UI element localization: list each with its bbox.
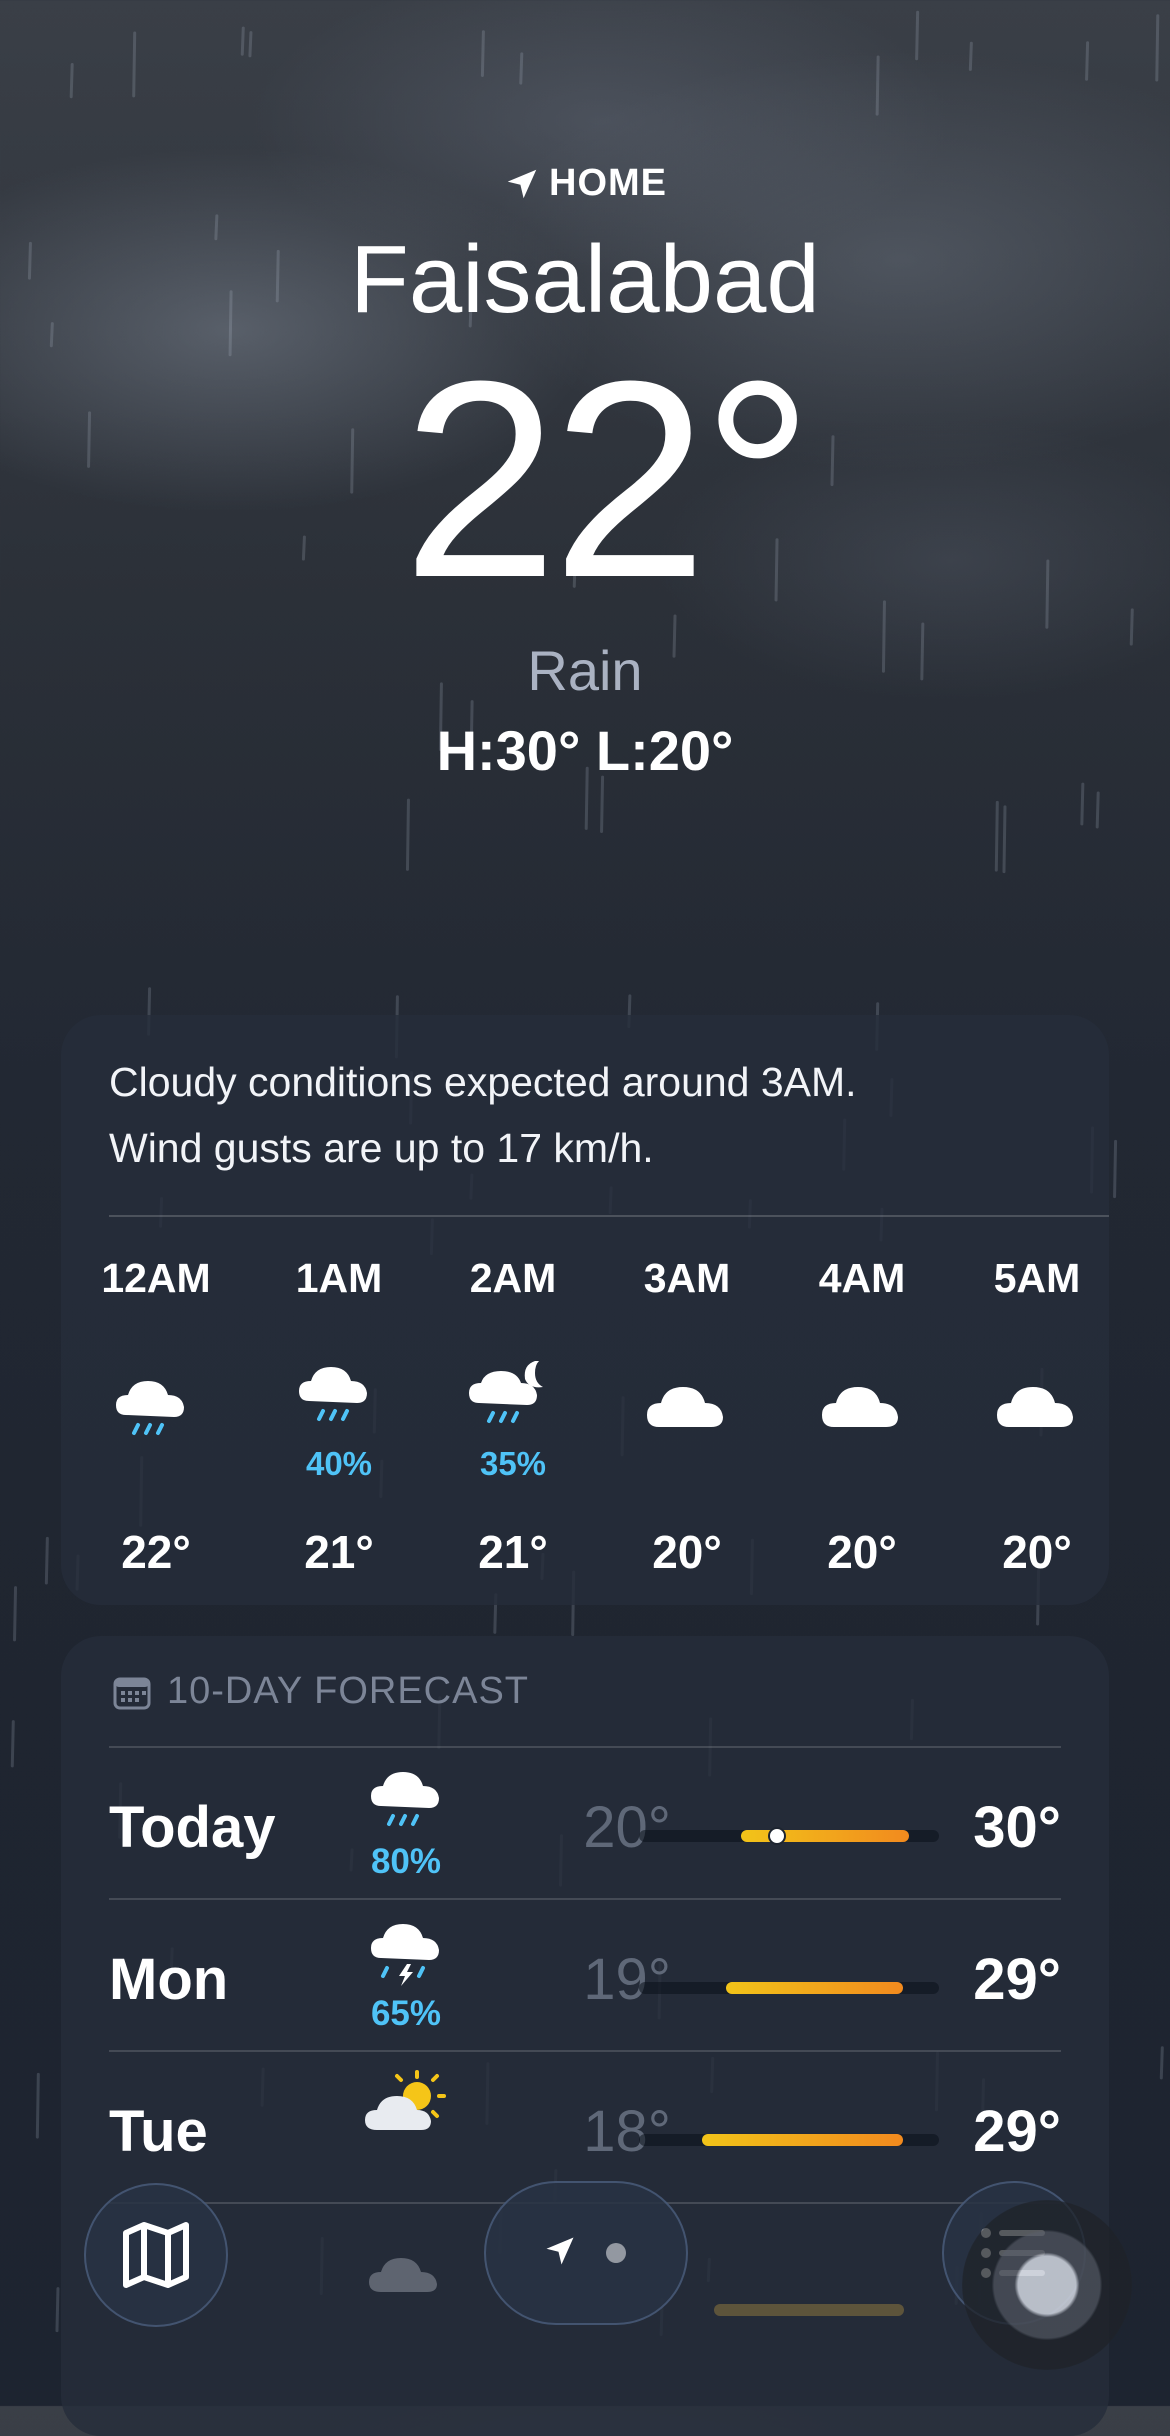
hour-temp: 21° xyxy=(304,1526,374,1578)
cloud-icon xyxy=(822,1387,898,1427)
hour-item[interactable]: 3AM 20° xyxy=(617,1255,757,1578)
rain-streak xyxy=(875,55,880,116)
cloud-icon xyxy=(369,2258,437,2292)
hour-time: 12AM xyxy=(101,1255,211,1301)
rain-streak xyxy=(1080,782,1085,826)
current-condition: Rain xyxy=(527,639,643,702)
temperature-range-bar xyxy=(639,1827,939,1845)
temperature-range-bar xyxy=(639,1982,939,1994)
temperature-range-fill xyxy=(714,2304,904,2316)
rain-streak xyxy=(44,1536,49,1585)
rain-streak xyxy=(1159,2046,1164,2080)
hour-item[interactable]: 4AM 20° xyxy=(792,1255,932,1578)
rain-streak xyxy=(1155,14,1160,82)
hour-temp: 20° xyxy=(1002,1526,1072,1578)
page-dot xyxy=(606,2243,626,2263)
sun-cloud-icon xyxy=(365,2070,446,2130)
hour-temp: 20° xyxy=(827,1526,897,1578)
hour-time: 1AM xyxy=(295,1255,383,1301)
hour-temp: 22° xyxy=(121,1526,191,1578)
hour-time: 2AM xyxy=(469,1255,557,1301)
day-name: Today xyxy=(109,1795,276,1860)
temperature-range-fill xyxy=(702,2134,903,2146)
rain-cloud-icon xyxy=(116,1381,184,1435)
rain-streak xyxy=(915,10,920,61)
divider xyxy=(109,1215,1109,1217)
rain-streak xyxy=(1085,41,1090,81)
temperature-range-fill xyxy=(741,1830,909,1842)
temperature-range-fill xyxy=(726,1982,903,1994)
rain-streak xyxy=(405,798,410,871)
precip-chance: 35% xyxy=(479,1445,547,1482)
precip-chance: 80% xyxy=(370,1842,442,1881)
rain-streak xyxy=(519,52,524,85)
rain-streak xyxy=(480,30,485,77)
map-button[interactable] xyxy=(84,2183,228,2327)
hour-item[interactable]: 5AM 20° xyxy=(967,1255,1107,1578)
summary-line-2: Wind gusts are up to 17 km/h. xyxy=(109,1125,654,1171)
thunderstorm-icon xyxy=(371,1924,439,1986)
rain-cloud-icon xyxy=(299,1367,367,1421)
low-temp: 18° xyxy=(583,2099,671,2164)
rain-streak xyxy=(13,1586,18,1642)
rain-streak xyxy=(248,31,253,58)
high-low-temps: H:30° L:20° xyxy=(436,719,734,782)
hour-time: 4AM xyxy=(818,1255,906,1301)
summary-line-1: Cloudy conditions expected around 3AM. xyxy=(109,1059,857,1105)
assistive-touch-button[interactable] xyxy=(962,2200,1132,2370)
current-temperature: 22° xyxy=(402,324,813,636)
location-label: HOME xyxy=(0,162,1170,205)
day-name: Mon xyxy=(109,1947,229,2012)
rain-streak xyxy=(994,800,999,872)
rain-cloud-icon xyxy=(371,1772,439,1826)
hour-temp: 20° xyxy=(652,1526,722,1578)
location-page-indicator[interactable] xyxy=(484,2181,688,2325)
rain-streak xyxy=(1113,1139,1118,1199)
rain-streak xyxy=(55,2287,60,2333)
forecast-title: 10-DAY FORECAST xyxy=(167,1670,530,1712)
day-name: Tue xyxy=(109,2099,208,2164)
rain-streak xyxy=(1095,791,1100,829)
hour-item[interactable]: 1AM 40% 21° xyxy=(269,1255,409,1578)
location-arrow-icon xyxy=(507,169,537,198)
map-icon xyxy=(123,2222,189,2288)
cloud-icon xyxy=(647,1387,723,1427)
hour-item[interactable]: 12AM 22° xyxy=(86,1255,226,1578)
current-temp-marker xyxy=(768,1827,786,1845)
hourly-forecast-card[interactable]: Cloudy conditions expected around 3AM. W… xyxy=(61,1015,1109,1605)
rain-streak xyxy=(69,63,74,99)
low-temp: 19° xyxy=(583,1947,671,2012)
rain-streak xyxy=(132,31,137,98)
location-home-label: HOME xyxy=(549,162,667,204)
rain-streak xyxy=(10,1720,15,1768)
rain-streak xyxy=(968,41,973,71)
forecast-row-mon[interactable]: Mon 65% 19° 29° xyxy=(61,1900,1109,2050)
rain-streak xyxy=(600,775,605,833)
forecast-row-today[interactable]: Today 80% 20° 30° xyxy=(61,1748,1109,1898)
forecast-row-tue[interactable]: Tue 18° 29° xyxy=(61,2052,1109,2202)
hour-temp: 21° xyxy=(478,1526,548,1578)
forecast-header: 10-DAY FORECAST xyxy=(113,1670,529,1713)
hour-item[interactable]: 2AM 35% 21° xyxy=(443,1255,583,1578)
low-temp: 20° xyxy=(583,1795,671,1860)
city-name: Faisalabad xyxy=(350,226,820,333)
calendar-icon xyxy=(113,1677,151,1709)
rain-streak xyxy=(35,2072,40,2139)
precip-chance: 40% xyxy=(305,1445,373,1482)
high-temp: 29° xyxy=(973,1947,1061,2012)
precip-chance: 65% xyxy=(370,1994,442,2033)
rain-streak xyxy=(1002,805,1007,874)
temperature-range-bar xyxy=(639,2134,939,2146)
moon-rain-cloud-icon xyxy=(469,1361,543,1423)
hour-time: 5AM xyxy=(993,1255,1081,1301)
cloud-icon xyxy=(997,1387,1073,1427)
hour-time: 3AM xyxy=(643,1255,731,1301)
high-temp: 29° xyxy=(973,2099,1061,2164)
temperature-range-bar xyxy=(639,2304,939,2316)
weather-summary: Cloudy conditions expected around 3AM. W… xyxy=(109,1049,1069,1181)
high-temp: 30° xyxy=(973,1795,1061,1860)
rain-streak xyxy=(240,26,245,56)
location-arrow-icon xyxy=(546,2237,574,2265)
